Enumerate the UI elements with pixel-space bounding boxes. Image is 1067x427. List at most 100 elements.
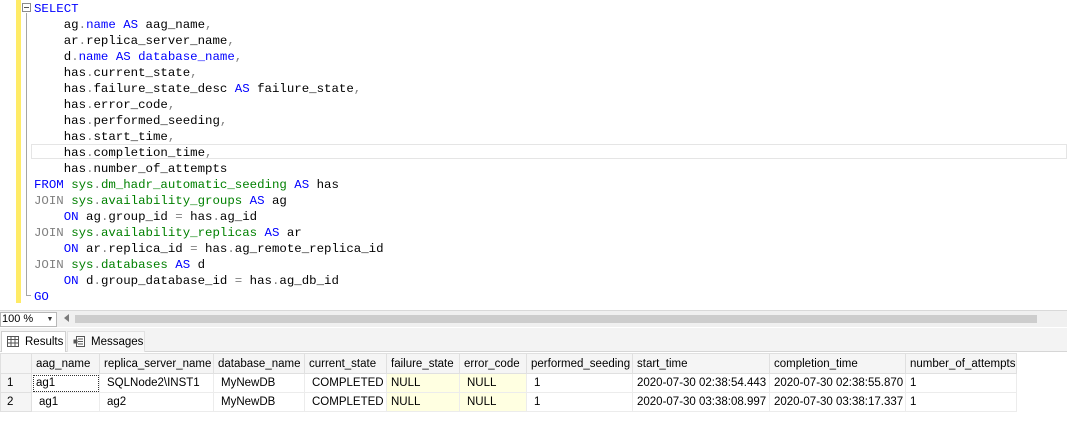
outline-guide-end — [26, 295, 31, 296]
table-cell[interactable]: NULL — [386, 392, 460, 412]
tab-results[interactable]: Results — [1, 331, 66, 352]
code-line[interactable]: d.name AS database_name, — [34, 49, 384, 65]
code-token: number_of_attempts — [93, 162, 228, 176]
column-header-performed-seeding[interactable]: performed_seeding — [526, 353, 633, 374]
code-line[interactable]: FROM sys.dm_hadr_automatic_seeding AS ha… — [34, 177, 384, 193]
table-cell[interactable]: COMPLETED — [304, 392, 387, 412]
table-cell[interactable]: 2020-07-30 02:38:55.870 — [769, 373, 906, 393]
grid-corner-header[interactable] — [0, 353, 32, 374]
table-cell[interactable]: NULL — [386, 373, 460, 393]
table-cell[interactable]: 1 — [905, 392, 1017, 412]
code-line[interactable]: JOIN sys.availability_replicas AS ar — [34, 225, 384, 241]
table-cell[interactable]: NULL — [459, 373, 527, 393]
table-cell[interactable]: MyNewDB — [213, 373, 305, 393]
horizontal-scrollbar-thumb[interactable] — [75, 315, 1037, 323]
code-token: d — [78, 274, 94, 288]
table-cell[interactable]: 2020-07-30 02:38:54.443 — [632, 373, 770, 393]
column-header-database-name[interactable]: database_name — [213, 353, 305, 374]
code-line[interactable]: ON ag.group_id = has.ag_id — [34, 209, 384, 225]
code-token: d — [34, 50, 72, 64]
code-line[interactable]: has.number_of_attempts — [34, 161, 384, 177]
table-cell[interactable]: ag1 — [31, 392, 100, 412]
column-header-current-state[interactable]: current_state — [304, 353, 387, 374]
table-cell[interactable]: 1 — [526, 392, 633, 412]
code-line[interactable]: GO — [34, 289, 384, 305]
code-token: replica_server_name — [86, 34, 228, 48]
table-cell[interactable]: 1 — [526, 373, 633, 393]
code-line[interactable]: ON d.group_database_id = has.ag_db_id — [34, 273, 384, 289]
code-token: FROM — [34, 178, 64, 192]
sql-code[interactable]: SELECT ag.name AS aag_name, ar.replica_s… — [34, 1, 384, 305]
table-cell[interactable]: NULL — [459, 392, 527, 412]
column-header-failure-state[interactable]: failure_state — [386, 353, 460, 374]
code-token: AS — [175, 258, 191, 272]
column-header-number-of-attempts[interactable]: number_of_attempts — [905, 353, 1017, 374]
code-line[interactable]: has.performed_seeding, — [34, 113, 384, 129]
code-token: ag — [78, 210, 101, 224]
code-token: group_database_id — [100, 274, 235, 288]
scroll-left-arrow-icon[interactable] — [64, 314, 69, 322]
zoom-dropdown[interactable]: 100 % ▼ — [0, 312, 57, 327]
column-header-replica-server-name[interactable]: replica_server_name — [99, 353, 214, 374]
table-cell[interactable]: MyNewDB — [213, 392, 305, 412]
code-line[interactable]: has.error_code, — [34, 97, 384, 113]
table-cell[interactable]: SQLNode2\INST1 — [99, 373, 214, 393]
code-token: GO — [34, 290, 49, 304]
code-token: has — [34, 146, 87, 160]
outline-guide — [26, 13, 27, 296]
row-number[interactable]: 1 — [0, 373, 32, 393]
table-row[interactable]: 2 ag1 ag2 MyNewDB COMPLETED NULL NULL 1 … — [0, 392, 1017, 412]
code-token: . — [86, 162, 94, 176]
column-header-aag-name[interactable]: aag_name — [31, 353, 100, 374]
code-token: , — [205, 18, 213, 32]
column-header-completion-time[interactable]: completion_time — [769, 353, 906, 374]
row-number[interactable]: 2 — [0, 392, 32, 412]
column-header-start-time[interactable]: start_time — [632, 353, 770, 374]
query-editor[interactable]: SELECT ag.name AS aag_name, ar.replica_s… — [0, 0, 1067, 310]
code-token: has — [34, 98, 87, 112]
table-cell[interactable]: 1 — [905, 373, 1017, 393]
code-token: sys — [71, 194, 94, 208]
column-header-error-code[interactable]: error_code — [459, 353, 527, 374]
code-token: , — [167, 130, 176, 144]
code-token: aag_name — [138, 18, 206, 32]
code-line[interactable]: has.start_time, — [34, 129, 384, 145]
table-cell[interactable]: 2020-07-30 03:38:17.337 — [769, 392, 906, 412]
code-line[interactable]: has.current_state, — [34, 65, 384, 81]
code-token: has — [34, 114, 87, 128]
code-line[interactable]: ag.name AS aag_name, — [34, 17, 384, 33]
tab-messages[interactable]: Messages — [67, 331, 145, 352]
code-token: JOIN — [34, 194, 64, 208]
code-token: ON — [63, 242, 79, 256]
collapse-outline-icon[interactable] — [22, 3, 31, 12]
results-tab-strip: Results Messages — [0, 328, 1067, 352]
table-cell[interactable]: 2020-07-30 03:38:08.997 — [632, 392, 770, 412]
code-token: ag — [34, 18, 79, 32]
code-line[interactable]: ar.replica_server_name, — [34, 33, 384, 49]
code-token: . — [212, 210, 220, 224]
tab-messages-label: Messages — [91, 336, 144, 348]
code-token: = — [190, 242, 198, 256]
code-token: , — [353, 82, 362, 96]
code-line[interactable]: JOIN sys.databases AS d — [34, 257, 384, 273]
code-line[interactable]: has.completion_time, — [34, 145, 384, 161]
code-token: AS — [264, 226, 280, 240]
code-token: ON — [63, 210, 79, 224]
results-grid[interactable]: aag_name replica_server_name database_na… — [0, 353, 1067, 427]
code-token: has — [34, 162, 87, 176]
code-token: . — [78, 18, 87, 32]
code-token: AS — [234, 82, 250, 96]
code-token: ag_remote_replica_id — [234, 242, 384, 256]
code-line[interactable]: has.failure_state_desc AS failure_state, — [34, 81, 384, 97]
table-row[interactable]: 1 ag1 SQLNode2\INST1 MyNewDB COMPLETED N… — [0, 373, 1017, 393]
code-line[interactable]: JOIN sys.availability_groups AS ag — [34, 193, 384, 209]
table-cell[interactable]: ag2 — [99, 392, 214, 412]
code-token: ar — [78, 242, 101, 256]
chevron-down-icon[interactable]: ▼ — [44, 313, 56, 326]
table-cell[interactable]: ag1 — [31, 373, 100, 393]
code-line[interactable]: SELECT — [34, 1, 384, 17]
code-line[interactable]: ON ar.replica_id = has.ag_remote_replica… — [34, 241, 384, 257]
table-cell[interactable]: COMPLETED — [304, 373, 387, 393]
